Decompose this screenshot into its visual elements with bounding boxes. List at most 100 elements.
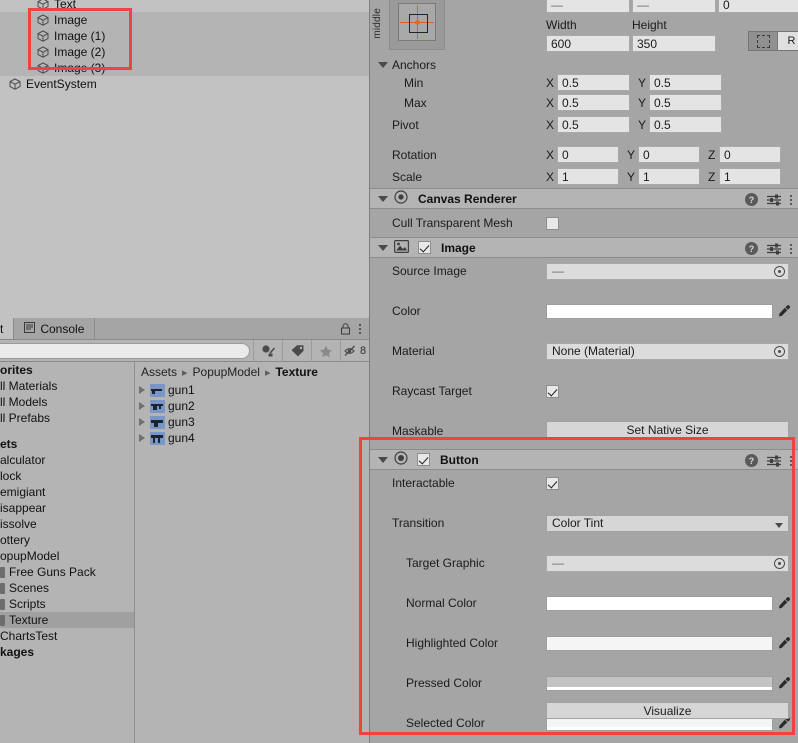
normal-color-row[interactable]: Normal Color	[370, 593, 798, 613]
anchor-min-fields[interactable]: X 0.5 Y 0.5	[546, 74, 722, 91]
tab-console[interactable]: Console	[14, 318, 96, 339]
project-tree[interactable]: orites ll Materials ll Models ll Prefabs…	[0, 362, 135, 743]
search-input[interactable]	[0, 343, 250, 359]
component-header-icons[interactable]: ?	[745, 189, 792, 210]
anchors-foldout[interactable]: Anchors	[378, 58, 436, 72]
anchor-preset-widget[interactable]	[389, 0, 445, 50]
project-toolbar[interactable]: 8	[0, 340, 369, 362]
list-item[interactable]: gun2	[135, 398, 369, 414]
favorite-star-icon[interactable]	[311, 340, 340, 362]
anchor-min-x-field[interactable]: 0.5	[557, 74, 630, 91]
help-icon[interactable]: ?	[745, 242, 758, 255]
rotation-fields[interactable]: X 0 Y 0 Z 0	[546, 146, 781, 163]
hierarchy-item-image-3[interactable]: Image (3)	[0, 60, 369, 76]
tree-item-popupmodel[interactable]: opupModel	[0, 548, 134, 564]
pivot-fields[interactable]: X 0.5 Y 0.5	[546, 116, 722, 133]
preset-settings-icon[interactable]	[767, 455, 781, 467]
target-graphic-row[interactable]: Target Graphic —	[370, 553, 798, 573]
label-filter-icon[interactable]	[282, 340, 311, 362]
eyedropper-icon[interactable]	[778, 304, 791, 318]
chevron-down-icon[interactable]	[378, 456, 388, 463]
visualize-button[interactable]: Visualize	[546, 702, 789, 719]
hierarchy-item-text[interactable]: Text	[0, 0, 369, 12]
eyedropper-icon[interactable]	[778, 676, 791, 690]
object-picker-icon[interactable]	[774, 265, 785, 277]
pressed-color-row[interactable]: Pressed Color	[370, 673, 798, 693]
scale-y-field[interactable]: 1	[638, 168, 700, 185]
pivot-y-field[interactable]: 0.5	[649, 116, 722, 133]
size-row[interactable]: 600 350	[546, 35, 716, 52]
hidden-items-icon[interactable]: 8	[340, 340, 369, 362]
expand-arrow-icon[interactable]	[139, 434, 145, 442]
tree-item-calculator[interactable]: alculator	[0, 452, 134, 468]
tree-item-lottery[interactable]: ottery	[0, 532, 134, 548]
kebab-menu-icon[interactable]	[359, 324, 361, 334]
eyedropper-icon[interactable]	[778, 596, 791, 610]
raycast-target-checkbox[interactable]	[546, 384, 559, 398]
expand-arrow-icon[interactable]	[139, 402, 145, 410]
anchor-max-fields[interactable]: X 0.5 Y 0.5	[546, 94, 722, 111]
breadcrumb[interactable]: Assets ▸ PopupModel ▸ Texture	[135, 362, 369, 382]
tree-item-texture[interactable]: Texture	[0, 612, 134, 628]
tree-item-favorites[interactable]: orites	[0, 362, 134, 378]
normal-color-swatch[interactable]	[546, 595, 773, 611]
pos-y-field[interactable]: —	[632, 0, 716, 13]
component-header-icons[interactable]: ?	[745, 238, 792, 259]
tree-item-demigiant[interactable]: emigiant	[0, 484, 134, 500]
source-image-field[interactable]: —	[546, 262, 789, 280]
tree-item-chartstest[interactable]: ChartsTest	[0, 628, 134, 644]
blueprint-mode-button[interactable]	[748, 31, 778, 51]
tab-project[interactable]: ct	[0, 318, 15, 339]
tree-item-clock[interactable]: lock	[0, 468, 134, 484]
raycast-target-row[interactable]: Raycast Target	[370, 381, 798, 401]
hierarchy-item-image[interactable]: Image	[0, 12, 369, 28]
help-icon[interactable]: ?	[745, 193, 758, 206]
project-tab-controls[interactable]	[340, 318, 365, 340]
rect-transform-section[interactable]: middle — — 0 Width Height 600 350 R Anch…	[370, 0, 798, 188]
preset-settings-icon[interactable]	[767, 243, 781, 255]
tree-item-scripts[interactable]: Scripts	[0, 596, 134, 612]
pos-z-field[interactable]: 0	[718, 0, 798, 13]
list-item[interactable]: gun3	[135, 414, 369, 430]
eyedropper-icon[interactable]	[778, 636, 791, 650]
list-item[interactable]: gun4	[135, 430, 369, 446]
tree-item-all-models[interactable]: ll Models	[0, 394, 134, 410]
kebab-menu-icon[interactable]	[790, 455, 792, 466]
object-picker-icon[interactable]	[774, 557, 785, 569]
component-header-icons[interactable]: ?	[745, 450, 792, 471]
material-row[interactable]: Material None (Material)	[370, 341, 798, 361]
button-enabled-checkbox[interactable]	[417, 453, 430, 466]
hierarchy-panel[interactable]: Text Image Image (1) Image (2) Image (3)…	[0, 0, 370, 318]
highlighted-color-row[interactable]: Highlighted Color	[370, 633, 798, 653]
project-tab-bar[interactable]: ct Console	[0, 318, 369, 340]
position-row[interactable]: — — 0	[546, 0, 798, 13]
cull-transparent-mesh-checkbox[interactable]	[546, 216, 559, 230]
project-content-area[interactable]: Assets ▸ PopupModel ▸ Texture gun1 gun2 …	[135, 362, 369, 743]
tree-item-dissolve[interactable]: issolve	[0, 516, 134, 532]
image-component-header[interactable]: Image ?	[370, 237, 798, 258]
object-picker-icon[interactable]	[774, 345, 785, 357]
pivot-x-field[interactable]: 0.5	[557, 116, 630, 133]
preset-settings-icon[interactable]	[767, 194, 781, 206]
target-graphic-field[interactable]: —	[546, 554, 789, 572]
button-component-header[interactable]: Button ?	[370, 449, 798, 470]
list-item[interactable]: gun1	[135, 382, 369, 398]
anchor-max-x-field[interactable]: 0.5	[557, 94, 630, 111]
scale-z-field[interactable]: 1	[719, 168, 781, 185]
tree-item-packages[interactable]: kages	[0, 644, 134, 660]
chevron-down-icon[interactable]	[378, 62, 388, 68]
kebab-menu-icon[interactable]	[790, 194, 792, 205]
chevron-down-icon[interactable]	[378, 195, 388, 202]
material-field[interactable]: None (Material)	[546, 342, 789, 360]
set-native-size-button[interactable]: Set Native Size	[546, 421, 789, 438]
expand-arrow-icon[interactable]	[139, 418, 145, 426]
expand-arrow-icon[interactable]	[139, 386, 145, 394]
breadcrumb-texture[interactable]: Texture	[275, 365, 317, 379]
pos-x-field[interactable]: —	[546, 0, 630, 13]
breadcrumb-assets[interactable]: Assets	[141, 365, 177, 379]
chevron-down-icon[interactable]	[378, 244, 388, 251]
image-color-row[interactable]: Color	[370, 301, 798, 321]
rotation-z-field[interactable]: 0	[719, 146, 781, 163]
source-image-row[interactable]: Source Image —	[370, 261, 798, 281]
transition-dropdown[interactable]: Color Tint	[546, 514, 789, 532]
